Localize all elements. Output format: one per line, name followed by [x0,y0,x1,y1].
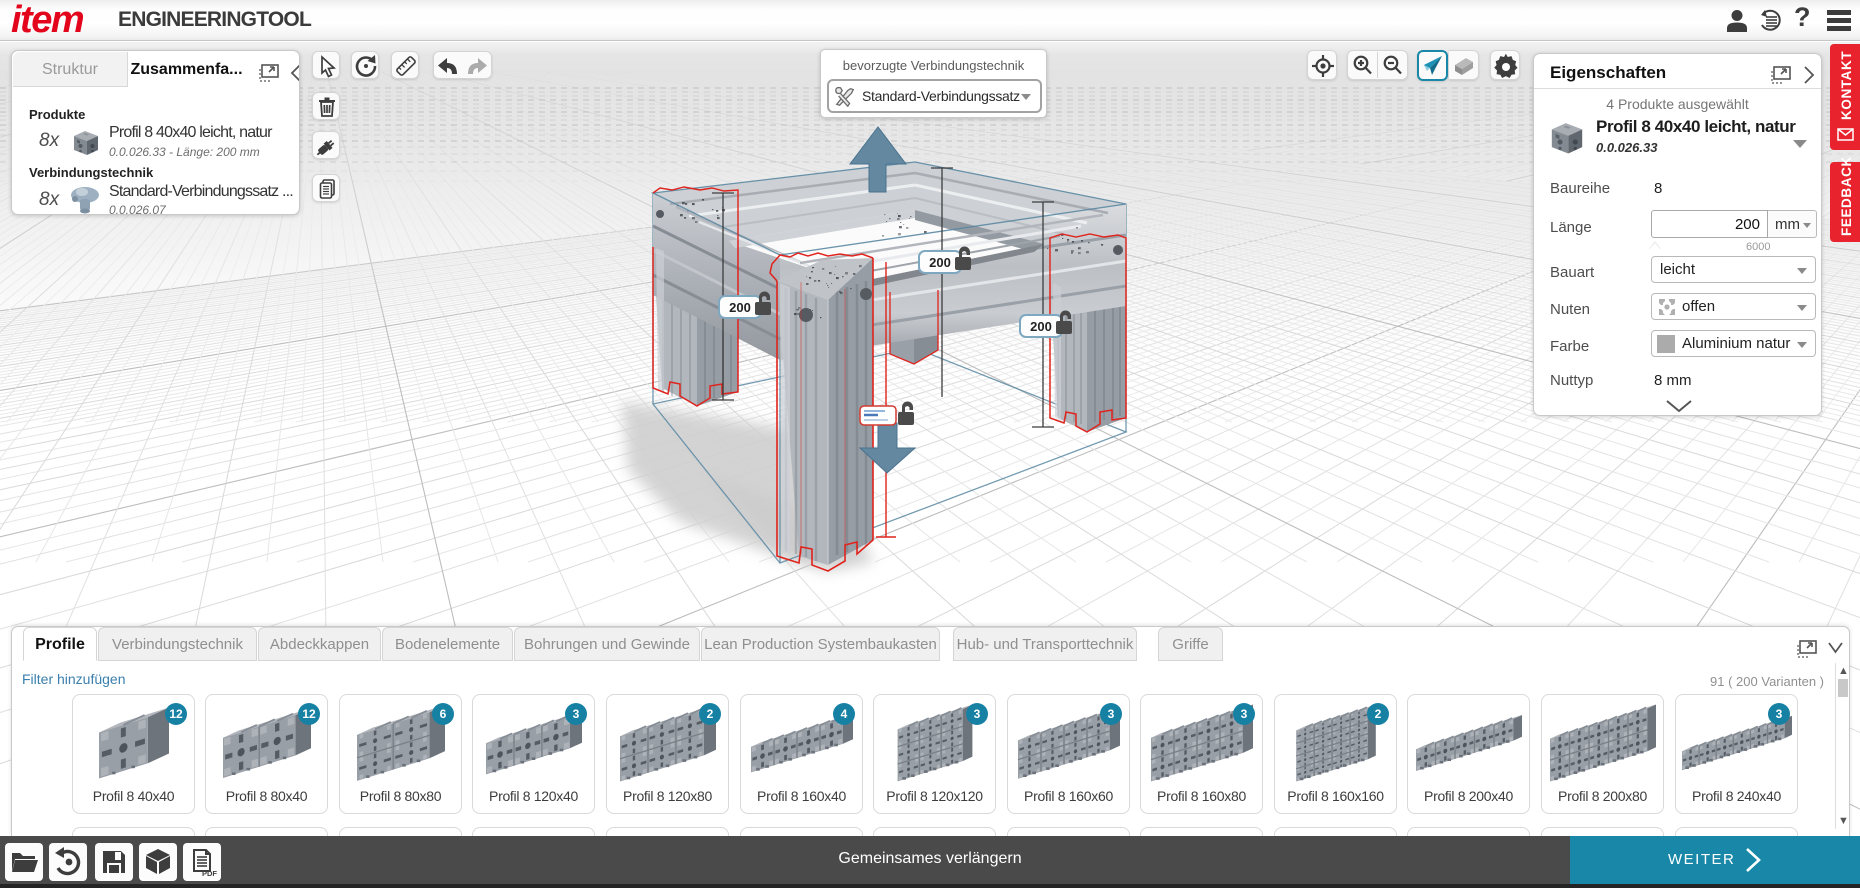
svg-text:PDF: PDF [202,869,217,878]
svg-text:200: 200 [729,300,751,315]
svg-text:200: 200 [1030,319,1052,334]
svg-text:200: 200 [929,255,951,270]
